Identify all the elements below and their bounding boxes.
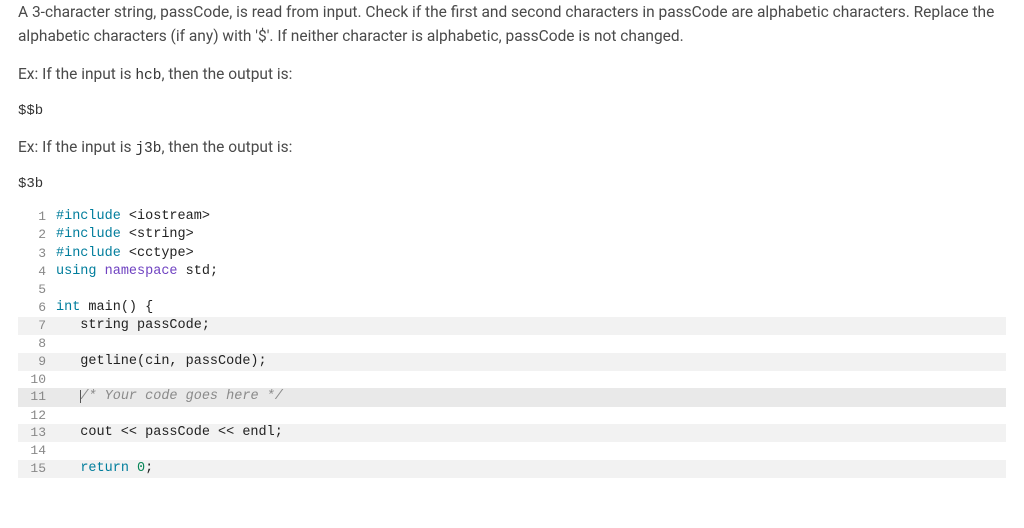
- code-line[interactable]: 4using namespace std;: [18, 263, 1006, 281]
- line-number: 3: [18, 245, 54, 263]
- line-number: 7: [18, 317, 54, 335]
- code-content[interactable]: [54, 281, 1006, 299]
- code-token: /* Your code goes here */: [80, 389, 283, 404]
- problem-description: A 3-character string, passCode, is read …: [18, 0, 1006, 48]
- line-number: 14: [18, 442, 54, 460]
- code-token: int: [56, 300, 80, 315]
- code-line[interactable]: 11 /* Your code goes here */: [18, 388, 1006, 406]
- code-token: using: [56, 264, 97, 279]
- code-token: <iostream>: [121, 209, 210, 224]
- example-1-output: $$b: [18, 102, 1006, 122]
- code-content[interactable]: #include <iostream>: [54, 208, 1006, 226]
- code-content[interactable]: [54, 371, 1006, 389]
- example-2-output: $3b: [18, 175, 1006, 195]
- code-token: [129, 461, 137, 476]
- code-content[interactable]: return 0;: [54, 460, 1006, 478]
- code-token: ;: [145, 461, 153, 476]
- example-2-input: j3b: [135, 141, 161, 157]
- code-content[interactable]: string passCode;: [54, 317, 1006, 335]
- code-line[interactable]: 3#include <cctype>: [18, 245, 1006, 263]
- example-2-prefix: Ex: If the input is: [18, 138, 135, 156]
- code-token: return: [80, 461, 129, 476]
- code-content[interactable]: int main() {: [54, 299, 1006, 317]
- code-line[interactable]: 12: [18, 407, 1006, 425]
- line-number: 1: [18, 208, 54, 226]
- code-line[interactable]: 9 getline(cin, passCode);: [18, 353, 1006, 371]
- example-2-label: Ex: If the input is j3b, then the output…: [18, 135, 1006, 160]
- line-number: 9: [18, 353, 54, 371]
- code-line[interactable]: 2#include <string>: [18, 226, 1006, 244]
- code-content[interactable]: getline(cin, passCode);: [54, 353, 1006, 371]
- code-content[interactable]: cout << passCode << endl;: [54, 424, 1006, 442]
- code-token: namespace: [105, 264, 178, 279]
- code-content[interactable]: /* Your code goes here */: [54, 388, 1006, 406]
- line-number: 4: [18, 263, 54, 281]
- line-number: 5: [18, 281, 54, 299]
- code-line[interactable]: 8: [18, 335, 1006, 353]
- code-token: string passCode;: [56, 318, 210, 333]
- example-1-suffix: , then the output is:: [161, 65, 292, 83]
- code-token: #include: [56, 246, 121, 261]
- example-1-label: Ex: If the input is hcb, then the output…: [18, 62, 1006, 87]
- code-token: [97, 264, 105, 279]
- code-token: main() {: [80, 300, 153, 315]
- code-line[interactable]: 7 string passCode;: [18, 317, 1006, 335]
- code-token: getline(cin, passCode);: [56, 354, 267, 369]
- example-1-prefix: Ex: If the input is: [18, 65, 135, 83]
- code-line[interactable]: 13 cout << passCode << endl;: [18, 424, 1006, 442]
- code-token: cout << passCode << endl;: [56, 425, 283, 440]
- code-content[interactable]: #include <string>: [54, 226, 1006, 244]
- code-line[interactable]: 6int main() {: [18, 299, 1006, 317]
- code-content[interactable]: using namespace std;: [54, 263, 1006, 281]
- line-number: 2: [18, 226, 54, 244]
- code-line[interactable]: 10: [18, 371, 1006, 389]
- code-token: #include: [56, 227, 121, 242]
- example-1-input: hcb: [135, 68, 161, 84]
- line-number: 12: [18, 407, 54, 425]
- code-line[interactable]: 15 return 0;: [18, 460, 1006, 478]
- code-token: [56, 461, 80, 476]
- line-number: 15: [18, 460, 54, 478]
- code-token: [56, 389, 80, 404]
- code-token: <string>: [121, 227, 194, 242]
- line-number: 11: [18, 388, 54, 406]
- code-token: <cctype>: [121, 246, 194, 261]
- code-content[interactable]: [54, 407, 1006, 425]
- code-line[interactable]: 5: [18, 281, 1006, 299]
- example-2-suffix: , then the output is:: [161, 138, 292, 156]
- code-line[interactable]: 1#include <iostream>: [18, 208, 1006, 226]
- code-token: #include: [56, 209, 121, 224]
- line-number: 10: [18, 371, 54, 389]
- line-number: 8: [18, 335, 54, 353]
- code-line[interactable]: 14: [18, 442, 1006, 460]
- problem-statement: A 3-character string, passCode, is read …: [18, 0, 1006, 194]
- line-number: 6: [18, 299, 54, 317]
- code-content[interactable]: [54, 442, 1006, 460]
- code-token: 0: [137, 461, 145, 476]
- code-editor[interactable]: 1#include <iostream>2#include <string>3#…: [18, 208, 1006, 478]
- line-number: 13: [18, 424, 54, 442]
- code-token: std;: [178, 264, 219, 279]
- code-content[interactable]: [54, 335, 1006, 353]
- code-content[interactable]: #include <cctype>: [54, 245, 1006, 263]
